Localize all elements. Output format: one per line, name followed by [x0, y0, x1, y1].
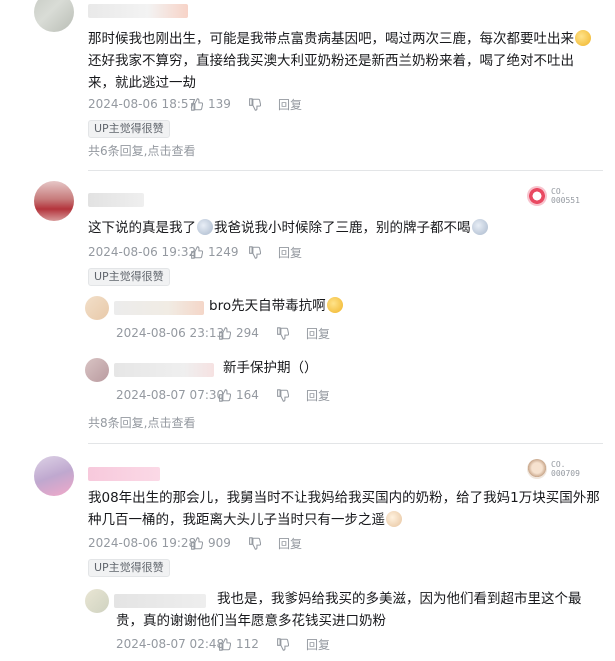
dislike-button[interactable] [248, 536, 278, 550]
reply-meta: 2024-08-07 02:48 112 回复 [116, 635, 330, 653]
view-more-replies: 共6条回复,点击查看 [88, 144, 196, 158]
badge-icon [527, 186, 547, 206]
up-liked-tag: UP主觉得很赞 [88, 120, 170, 138]
reply-button[interactable]: 回复 [278, 96, 302, 113]
like-button[interactable]: 909 [190, 536, 248, 550]
comment-meta: 2024-08-06 19:28 909 回复 [88, 534, 302, 552]
thumbs-down-icon [249, 536, 261, 550]
badge-icon [527, 459, 547, 479]
view-more-link[interactable]: 点击查看 [147, 144, 195, 158]
dislike-button[interactable] [276, 388, 306, 402]
reply-username[interactable] [114, 301, 204, 315]
comment-text: 我08年出生的那会儿，我舅当时不让我妈给我买国内的奶粉，给了我妈1万块买国外那种… [88, 490, 600, 528]
like-count: 294 [236, 326, 259, 340]
divider [88, 170, 603, 171]
reply-avatar[interactable] [85, 589, 109, 613]
thumbs-down-icon [277, 637, 289, 651]
like-count: 139 [208, 97, 231, 111]
thumbs-up-icon [191, 536, 203, 550]
username[interactable] [88, 193, 144, 207]
avatar[interactable] [34, 0, 74, 32]
reply-username[interactable] [114, 363, 214, 377]
view-more-replies: 共8条回复,点击查看 [88, 416, 196, 430]
reply-button[interactable]: 回复 [306, 387, 330, 404]
reply-meta: 2024-08-07 07:30 164 回复 [116, 386, 330, 404]
username[interactable] [88, 4, 188, 18]
comment-text: 这下说的真是我了 我爸说我小时候除了三鹿，别的牌子都不喝 [88, 217, 600, 239]
reply-avatar[interactable] [85, 358, 109, 382]
like-button[interactable]: 294 [218, 326, 276, 340]
sweat-emoji-icon [326, 297, 343, 313]
thumbs-up-icon [219, 326, 231, 340]
comment-meta: 2024-08-06 18:57 139 回复 [88, 95, 302, 113]
face-emoji-icon [197, 219, 213, 235]
thumbs-up-icon [191, 245, 203, 259]
thumbs-down-icon [249, 245, 261, 259]
fan-badge: CO. 000709 [527, 459, 580, 479]
dislike-button[interactable] [276, 637, 306, 651]
avatar[interactable] [34, 456, 74, 496]
up-liked-tag: UP主觉得很赞 [88, 559, 170, 577]
timestamp: 2024-08-07 02:48 [116, 637, 225, 651]
dislike-button[interactable] [248, 97, 278, 111]
comment-meta: 2024-08-06 19:32 1249 回复 [88, 243, 302, 261]
up-liked-tag: UP主觉得很赞 [88, 268, 170, 286]
thumbs-down-icon [277, 326, 289, 340]
thumbs-down-icon [249, 97, 261, 111]
like-count: 1249 [208, 245, 239, 259]
sweat-emoji-icon [575, 30, 591, 46]
badge-number: CO. 000551 [551, 187, 580, 205]
thumbs-down-icon [277, 388, 289, 402]
reply-button[interactable]: 回复 [306, 325, 330, 342]
reply-text: bro先天自带毒抗啊 [209, 295, 599, 317]
username[interactable] [88, 467, 160, 481]
like-count: 112 [236, 637, 259, 651]
reply-text: 我也是，我爹妈给我买的多美滋，因为他们看到超市里这个最贵，真的谢谢他们当年愿意多… [116, 591, 582, 629]
divider [88, 443, 603, 444]
like-button[interactable]: 164 [218, 388, 276, 402]
like-button[interactable]: 139 [190, 97, 248, 111]
cat-emoji-icon [386, 511, 402, 527]
thumbs-up-icon [219, 637, 231, 651]
thumbs-up-icon [219, 388, 231, 402]
badge-number: CO. 000709 [551, 460, 580, 478]
like-button[interactable]: 1249 [190, 245, 248, 259]
timestamp: 2024-08-06 19:32 [88, 245, 197, 259]
timestamp: 2024-08-06 23:13 [116, 326, 225, 340]
like-button[interactable]: 112 [218, 637, 276, 651]
dislike-button[interactable] [276, 326, 306, 340]
reply-meta: 2024-08-06 23:13 294 回复 [116, 324, 330, 342]
like-count: 909 [208, 536, 231, 550]
reply-button[interactable]: 回复 [278, 535, 302, 552]
comment-text: 那时候我也刚出生，可能是我带点富贵病基因吧，喝过两次三鹿，每次都要吐出来还好我家… [88, 28, 600, 94]
avatar[interactable] [34, 181, 74, 221]
reply-avatar[interactable] [85, 296, 109, 320]
view-more-link[interactable]: 点击查看 [147, 416, 195, 430]
reply-button[interactable]: 回复 [278, 244, 302, 261]
reply-text: 新手保护期（） [223, 360, 318, 376]
timestamp: 2024-08-06 19:28 [88, 536, 197, 550]
dislike-button[interactable] [248, 245, 278, 259]
face-emoji-icon [471, 219, 488, 235]
timestamp: 2024-08-06 18:57 [88, 97, 197, 111]
timestamp: 2024-08-07 07:30 [116, 388, 225, 402]
like-count: 164 [236, 388, 259, 402]
reply-button[interactable]: 回复 [306, 636, 330, 653]
thumbs-up-icon [191, 97, 203, 111]
fan-badge: CO. 000551 [527, 186, 580, 206]
